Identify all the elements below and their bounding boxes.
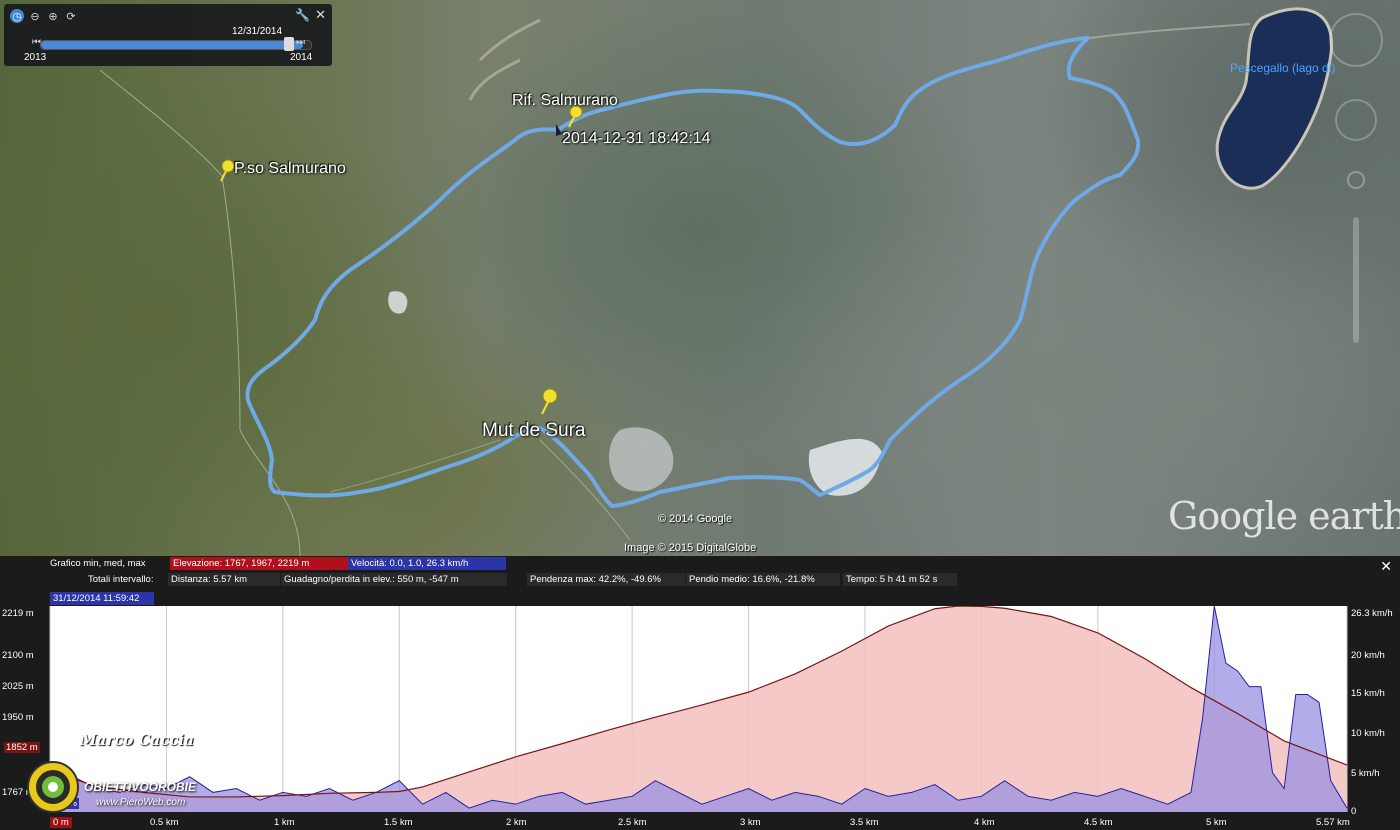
track-timestamp-label: 2014-12-31 18:42:14 bbox=[562, 130, 711, 147]
time-slider-fill bbox=[41, 41, 303, 49]
y-right-tick: 10 km/h bbox=[1351, 728, 1385, 739]
x-tick: 4.5 km bbox=[1084, 817, 1113, 828]
map-view[interactable]: Rif. Salmurano 2014-12-31 18:42:14 P.so … bbox=[0, 0, 1400, 556]
chart-range-label: Grafico min, med, max bbox=[50, 558, 146, 569]
lake-label: Pescegallo (lago di) bbox=[1230, 61, 1336, 75]
cursor-distance: 0 m bbox=[50, 817, 72, 828]
speed-stats[interactable]: Velocità: 0.0, 1.0, 26.3 km/h bbox=[348, 557, 506, 570]
y-right-tick: 0 bbox=[1351, 806, 1357, 817]
profile-chart[interactable] bbox=[0, 606, 1400, 830]
time-slider-track[interactable] bbox=[40, 40, 312, 50]
placemark-label-mut-de-sura[interactable]: Mut de Sura bbox=[482, 420, 586, 442]
end-year: 2014 bbox=[290, 52, 313, 63]
time-slider-panel: ◷ ⊖ ⊕ ⟳ 🔧 ✕ 12/31/2014 ⏮ ⏭ 2013 2014 bbox=[4, 4, 332, 66]
distance-stat: Distanza: 5.57 km bbox=[168, 573, 280, 586]
placemark-label-rif-salmurano[interactable]: Rif. Salmurano bbox=[512, 92, 618, 110]
x-tick: 5.57 km bbox=[1316, 817, 1350, 828]
close-icon[interactable]: ✕ bbox=[315, 7, 326, 23]
site-logo-icon bbox=[27, 761, 79, 813]
totals-label: Totali intervallo: bbox=[88, 574, 154, 585]
lake-shape bbox=[1215, 7, 1333, 190]
y-left-tick: 1950 m bbox=[2, 712, 34, 723]
x-tick: 4 km bbox=[974, 817, 995, 828]
boundary-line bbox=[329, 439, 501, 493]
y-left-tick: 2025 m bbox=[2, 681, 34, 692]
y-right-tick: 5 km/h bbox=[1351, 768, 1380, 779]
x-tick: 1 km bbox=[274, 817, 295, 828]
snow-patch bbox=[388, 291, 408, 314]
author-signature: Marco Caccia bbox=[80, 731, 194, 749]
x-tick: 3.5 km bbox=[850, 817, 879, 828]
pushpin-icon[interactable] bbox=[220, 159, 235, 182]
y-right-tick: 20 km/h bbox=[1351, 650, 1385, 661]
wrench-icon[interactable]: 🔧 bbox=[295, 8, 310, 22]
time-slider-thumb[interactable] bbox=[284, 37, 294, 51]
road bbox=[1089, 23, 1251, 39]
start-year: 2013 bbox=[24, 52, 47, 63]
x-tick: 3 km bbox=[740, 817, 761, 828]
zoom-in-icon[interactable]: ⊕ bbox=[46, 9, 60, 23]
pushpin-icon[interactable] bbox=[541, 388, 558, 415]
current-date: 12/31/2014 bbox=[232, 26, 283, 37]
gps-track bbox=[245, 36, 1141, 508]
x-tick: 2 km bbox=[506, 817, 527, 828]
play-icon[interactable]: ⟳ bbox=[64, 9, 78, 23]
y-left-tick: 2100 m bbox=[2, 650, 34, 661]
gain-stat: Guadagno/perdita in elev.: 550 m, -547 m bbox=[281, 573, 507, 586]
site-name: OBIETTIVOOROBIE bbox=[84, 780, 197, 794]
snow-patch bbox=[608, 427, 674, 492]
x-tick: 2.5 km bbox=[618, 817, 647, 828]
slope-max-stat: Pendenza max: 42.2%, -49.6% bbox=[527, 573, 685, 586]
zoom-out-icon[interactable]: ⊖ bbox=[28, 9, 42, 23]
slope-avg-stat: Pendio medio: 16.6%, -21.8% bbox=[686, 573, 840, 586]
elevation-stats[interactable]: Elevazione: 1767, 1967, 2219 m bbox=[170, 557, 348, 570]
copyright-imagery: Image © 2015 DigitalGlobe bbox=[624, 542, 757, 554]
map-overlay bbox=[99, 7, 1383, 556]
copyright-google: © 2014 Google bbox=[658, 513, 733, 525]
x-tick: 1.5 km bbox=[384, 817, 413, 828]
placemark-label-pso-salmurano[interactable]: P.so Salmurano bbox=[234, 160, 346, 178]
clock-icon[interactable]: ◷ bbox=[10, 9, 24, 23]
nav-controls[interactable] bbox=[1329, 13, 1383, 343]
x-tick: 0.5 km bbox=[150, 817, 179, 828]
y-left-tick: 2219 m bbox=[2, 608, 34, 619]
cursor-time: 31/12/2014 11:59:42 bbox=[50, 592, 154, 605]
close-icon[interactable]: ✕ bbox=[1380, 558, 1392, 575]
site-url: www.PieroWeb.com bbox=[96, 797, 186, 808]
y-right-tick: 15 km/h bbox=[1351, 688, 1385, 699]
skip-forward-icon[interactable]: ⏭ bbox=[296, 37, 305, 48]
x-tick: 5 km bbox=[1206, 817, 1227, 828]
y-right-tick: 26.3 km/h bbox=[1351, 608, 1393, 619]
cursor-elevation: 1852 m bbox=[4, 742, 40, 753]
road bbox=[468, 18, 541, 101]
time-stat: Tempo: 5 h 41 m 52 s bbox=[843, 573, 957, 586]
google-earth-logo: Google earth bbox=[1168, 494, 1400, 538]
elevation-profile-panel: Grafico min, med, max Elevazione: 1767, … bbox=[0, 556, 1400, 830]
